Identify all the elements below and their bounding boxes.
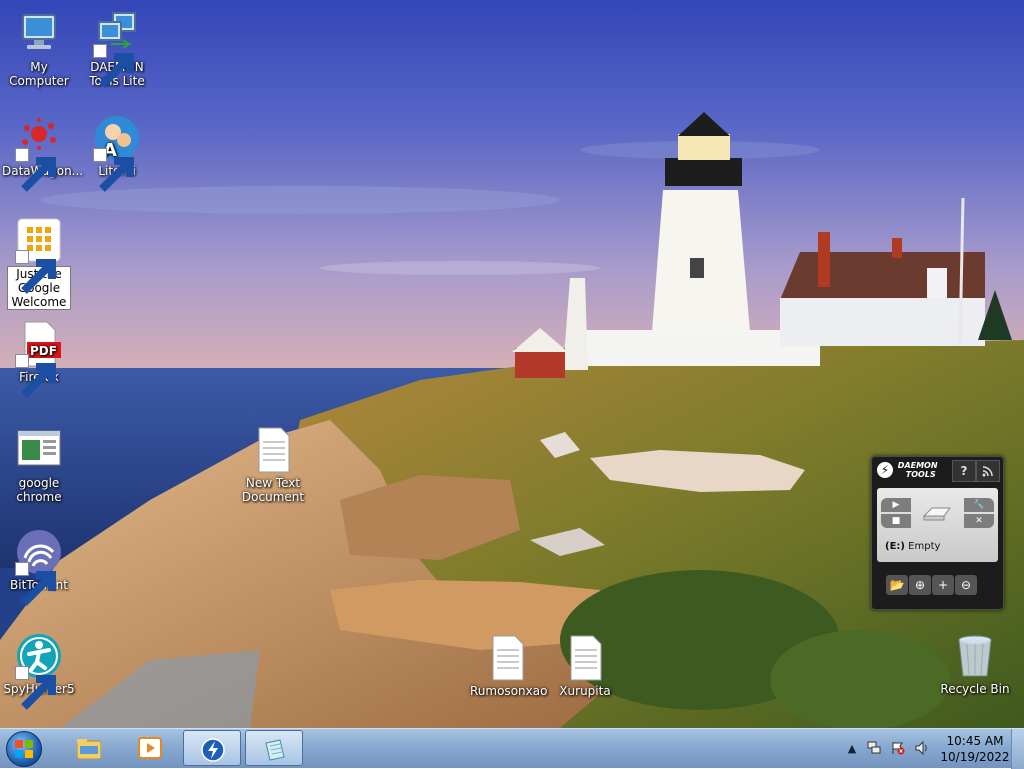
- show-hidden-icons-icon[interactable]: ▲: [844, 741, 860, 757]
- folder-icon: [77, 739, 101, 759]
- spyhunter-icon: [15, 632, 63, 710]
- computer-icon: [15, 10, 63, 58]
- shortcut-arrow-icon: [15, 666, 56, 710]
- desktop-icon-label: My Computer: [9, 60, 69, 88]
- document-window-icon: [15, 426, 63, 474]
- desktop-icon-rumosonxao[interactable]: Rumosonxao: [468, 634, 548, 698]
- desktop-icon-spyhunter5[interactable]: SpyHunter5: [0, 632, 78, 710]
- open-folder-icon[interactable]: 📂: [886, 575, 908, 595]
- virtual-drive-icon: [920, 506, 952, 525]
- daemon-tools-icon: [201, 738, 225, 762]
- recycle-bin-icon: [951, 632, 999, 680]
- desktop-icon-just-the-google-welcome[interactable]: Just the Google Welcome: [0, 216, 78, 310]
- desktop-icon-google-chrome[interactable]: google chrome: [0, 426, 78, 504]
- bittorrent-icon: [15, 528, 63, 606]
- taskbar-item-windows-explorer[interactable]: [60, 730, 118, 766]
- text-document-icon: [483, 634, 531, 682]
- shortcut-arrow-icon: [15, 562, 56, 606]
- desktop-icon-literki[interactable]: A Literki: [78, 114, 156, 192]
- desktop-icon-datawagon[interactable]: DataWagon...: [0, 114, 83, 192]
- media-player-icon: [138, 737, 162, 759]
- lighthouse-landscape: [0, 0, 1024, 728]
- action-center-flag-icon[interactable]: [890, 741, 906, 757]
- desktop-icon-my-computer[interactable]: My Computer: [0, 10, 78, 88]
- desktop-icon-label: google chrome: [16, 476, 62, 504]
- taskbar: ▲ 10:45 AM 10/19/2022: [0, 728, 1024, 769]
- text-document-icon: [249, 426, 297, 474]
- desktop-icon-xurupita[interactable]: Xurupita: [546, 634, 624, 698]
- shortcut-arrow-icon: [15, 354, 56, 398]
- show-desktop-button[interactable]: [1011, 729, 1024, 769]
- shortcut-arrow-icon: [15, 250, 56, 294]
- desktop-icon-label: Rumosonxao: [470, 684, 548, 698]
- drive-status-text: Empty: [908, 541, 941, 552]
- drive-letter: (E:): [885, 541, 905, 552]
- desktop-icon-recycle-bin[interactable]: Recycle Bin: [936, 632, 1014, 696]
- drive-panel: ▶ ■ 🔧 ✕ (E:) Empty: [877, 488, 998, 562]
- desktop-wallpaper: [0, 0, 1024, 728]
- close-icon[interactable]: ✕: [964, 514, 994, 528]
- gadget-header: ⚡ DAEMON TOOLS ?: [872, 457, 1003, 483]
- rss-icon[interactable]: [976, 460, 1000, 482]
- add-image-icon[interactable]: ⊕: [909, 575, 931, 595]
- desktop-icon-firefox[interactable]: PDF Firefox: [0, 320, 78, 398]
- taskbar-item-daemon-tools[interactable]: [183, 730, 241, 766]
- volume-icon[interactable]: [914, 740, 930, 757]
- logo-line-1: DAEMON: [897, 461, 938, 470]
- pdf-icon: PDF: [15, 320, 63, 398]
- stop-icon[interactable]: ■: [881, 514, 911, 528]
- network-icon[interactable]: [866, 741, 882, 757]
- shortcut-arrow-icon: [15, 148, 56, 192]
- shortcut-arrow-icon: [93, 44, 134, 88]
- clock-date: 10/19/2022: [940, 750, 1010, 764]
- logo-line-2: TOOLS: [905, 470, 936, 479]
- daemon-tools-logo: ⚡ DAEMON TOOLS: [877, 461, 938, 479]
- desktop-icon-label: New Text Document: [241, 476, 305, 504]
- desktop-icon-new-text-document[interactable]: New Text Document: [234, 426, 312, 504]
- red-splash-icon: [15, 114, 63, 192]
- notepad-icon: [265, 739, 285, 761]
- shortcut-arrow-icon: [93, 148, 134, 192]
- windows-logo-icon: [15, 740, 33, 758]
- text-document-icon: [561, 634, 609, 682]
- gadget-toolbar: 📂 ⊕ + ⊖: [886, 575, 978, 595]
- remove-drive-icon[interactable]: ⊖: [955, 575, 977, 595]
- desktop-icon-label: Recycle Bin: [940, 682, 1010, 696]
- network-computers-icon: [93, 10, 141, 88]
- taskbar-item-notepad[interactable]: [245, 730, 303, 766]
- taskbar-clock[interactable]: 10:45 AM 10/19/2022: [935, 733, 1015, 765]
- drive-status: (E:) Empty: [885, 541, 940, 552]
- lightning-bolt-icon: ⚡: [877, 462, 893, 478]
- desktop-icon-label: Xurupita: [559, 684, 611, 698]
- clock-time: 10:45 AM: [946, 734, 1004, 748]
- add-drive-icon[interactable]: +: [932, 575, 954, 595]
- start-button[interactable]: [6, 731, 42, 767]
- google-apps-icon: [15, 216, 63, 294]
- gadget-help-button[interactable]: ?: [952, 460, 976, 482]
- wrench-icon[interactable]: 🔧: [964, 498, 994, 512]
- daemon-tools-gadget[interactable]: ⚡ DAEMON TOOLS ? ▶ ■ 🔧 ✕ (E:) Empty 📂 ⊕ + ⊖: [871, 456, 1004, 610]
- taskbar-item-media-player[interactable]: [121, 730, 179, 766]
- cartoon-icon: A: [93, 114, 141, 192]
- mount-play-icon[interactable]: ▶: [881, 498, 911, 512]
- desktop-icon-bittorrent[interactable]: BitTorrent: [0, 528, 78, 606]
- desktop-icon-daemon-tools-lite[interactable]: DAEMON Tools Lite: [78, 10, 156, 88]
